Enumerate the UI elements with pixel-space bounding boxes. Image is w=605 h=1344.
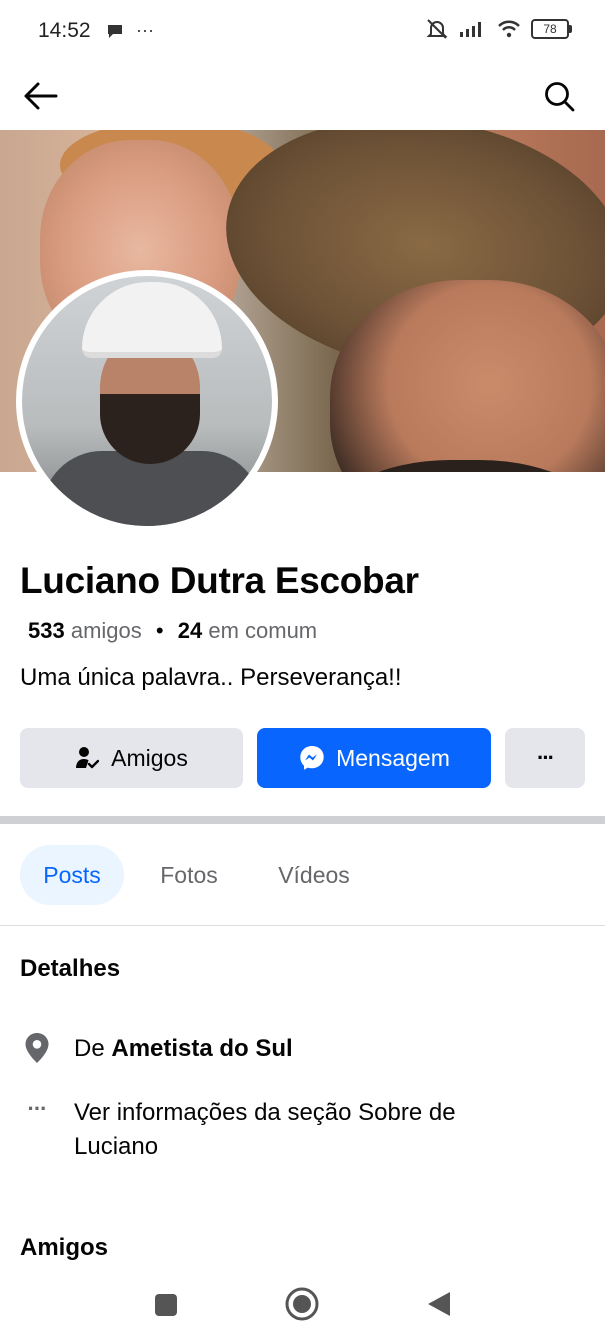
friends-button-label: Amigos xyxy=(111,744,188,771)
hometown-prefix: De xyxy=(74,1035,112,1062)
more-dots-icon: ··· xyxy=(20,1096,54,1122)
tab-label: Vídeos xyxy=(278,861,350,888)
tab-label: Posts xyxy=(43,861,101,888)
chat-icon xyxy=(108,24,122,38)
mutual-label: em comum xyxy=(208,618,318,643)
hometown-row: De Ametista do Sul xyxy=(20,1032,585,1066)
more-dots-glyph: ··· xyxy=(27,1096,48,1121)
friend-check-icon xyxy=(76,747,100,769)
tab-videos[interactable]: Vídeos xyxy=(258,845,370,905)
mute-icon xyxy=(426,19,448,39)
more-notifications-icon: ··· xyxy=(136,20,154,40)
arrow-left-icon xyxy=(24,82,58,110)
avatar-photo xyxy=(22,276,272,526)
details-title: Detalhes xyxy=(20,955,121,982)
friends-section-title: Amigos xyxy=(20,1234,109,1261)
message-button-label: Mensagem xyxy=(336,744,450,771)
circle-icon xyxy=(285,1287,319,1321)
profile-name: Luciano Dutra Escobar xyxy=(20,560,419,601)
avatar-photo-detail xyxy=(82,282,222,358)
friends-count-line[interactable]: 533 amigos • 24 em comum xyxy=(28,618,317,644)
about-text: Ver informações da seção Sobre de Lucian… xyxy=(74,1096,456,1164)
status-left-icons: ··· xyxy=(106,20,154,41)
section-separator xyxy=(0,816,605,824)
search-button[interactable] xyxy=(537,74,581,118)
location-pin-icon xyxy=(20,1032,54,1064)
triangle-back-icon xyxy=(428,1292,450,1316)
tabs-divider xyxy=(0,925,605,926)
more-options-button[interactable]: ··· xyxy=(505,728,585,788)
more-icon: ··· xyxy=(537,745,555,770)
profile-avatar[interactable] xyxy=(16,270,278,532)
square-icon xyxy=(155,1294,177,1316)
tab-posts[interactable]: Posts xyxy=(20,845,124,905)
hometown-text: De Ametista do Sul xyxy=(74,1032,293,1066)
back-button[interactable] xyxy=(18,74,62,118)
back-nav-button[interactable] xyxy=(425,1290,453,1318)
hometown-value[interactable]: Ametista do Sul xyxy=(111,1035,292,1062)
separator-dot: • xyxy=(155,618,164,643)
profile-bio: Uma única palavra.. Perseverança!! xyxy=(20,664,402,691)
status-right-icons: 78 xyxy=(425,18,572,40)
friends-label: amigos xyxy=(70,618,142,643)
friends-button[interactable]: Amigos xyxy=(20,728,243,788)
home-button[interactable] xyxy=(284,1286,320,1322)
tab-label: Fotos xyxy=(160,861,218,888)
message-button[interactable]: Mensagem xyxy=(257,728,491,788)
tab-photos[interactable]: Fotos xyxy=(144,845,234,905)
status-time: 14:52 xyxy=(38,19,91,42)
recent-apps-button[interactable] xyxy=(153,1292,179,1318)
search-icon xyxy=(545,82,575,112)
friends-count: 533 xyxy=(28,618,65,643)
wifi-icon xyxy=(498,20,520,38)
about-row[interactable]: ··· Ver informações da seção Sobre de Lu… xyxy=(20,1096,585,1164)
mutual-count: 24 xyxy=(177,618,203,643)
messenger-icon xyxy=(300,746,324,770)
about-line-1: Ver informações da seção Sobre de xyxy=(74,1099,456,1126)
about-line-2: Luciano xyxy=(74,1133,159,1160)
signal-icon xyxy=(460,22,481,37)
battery-icon: 78 xyxy=(531,19,572,39)
